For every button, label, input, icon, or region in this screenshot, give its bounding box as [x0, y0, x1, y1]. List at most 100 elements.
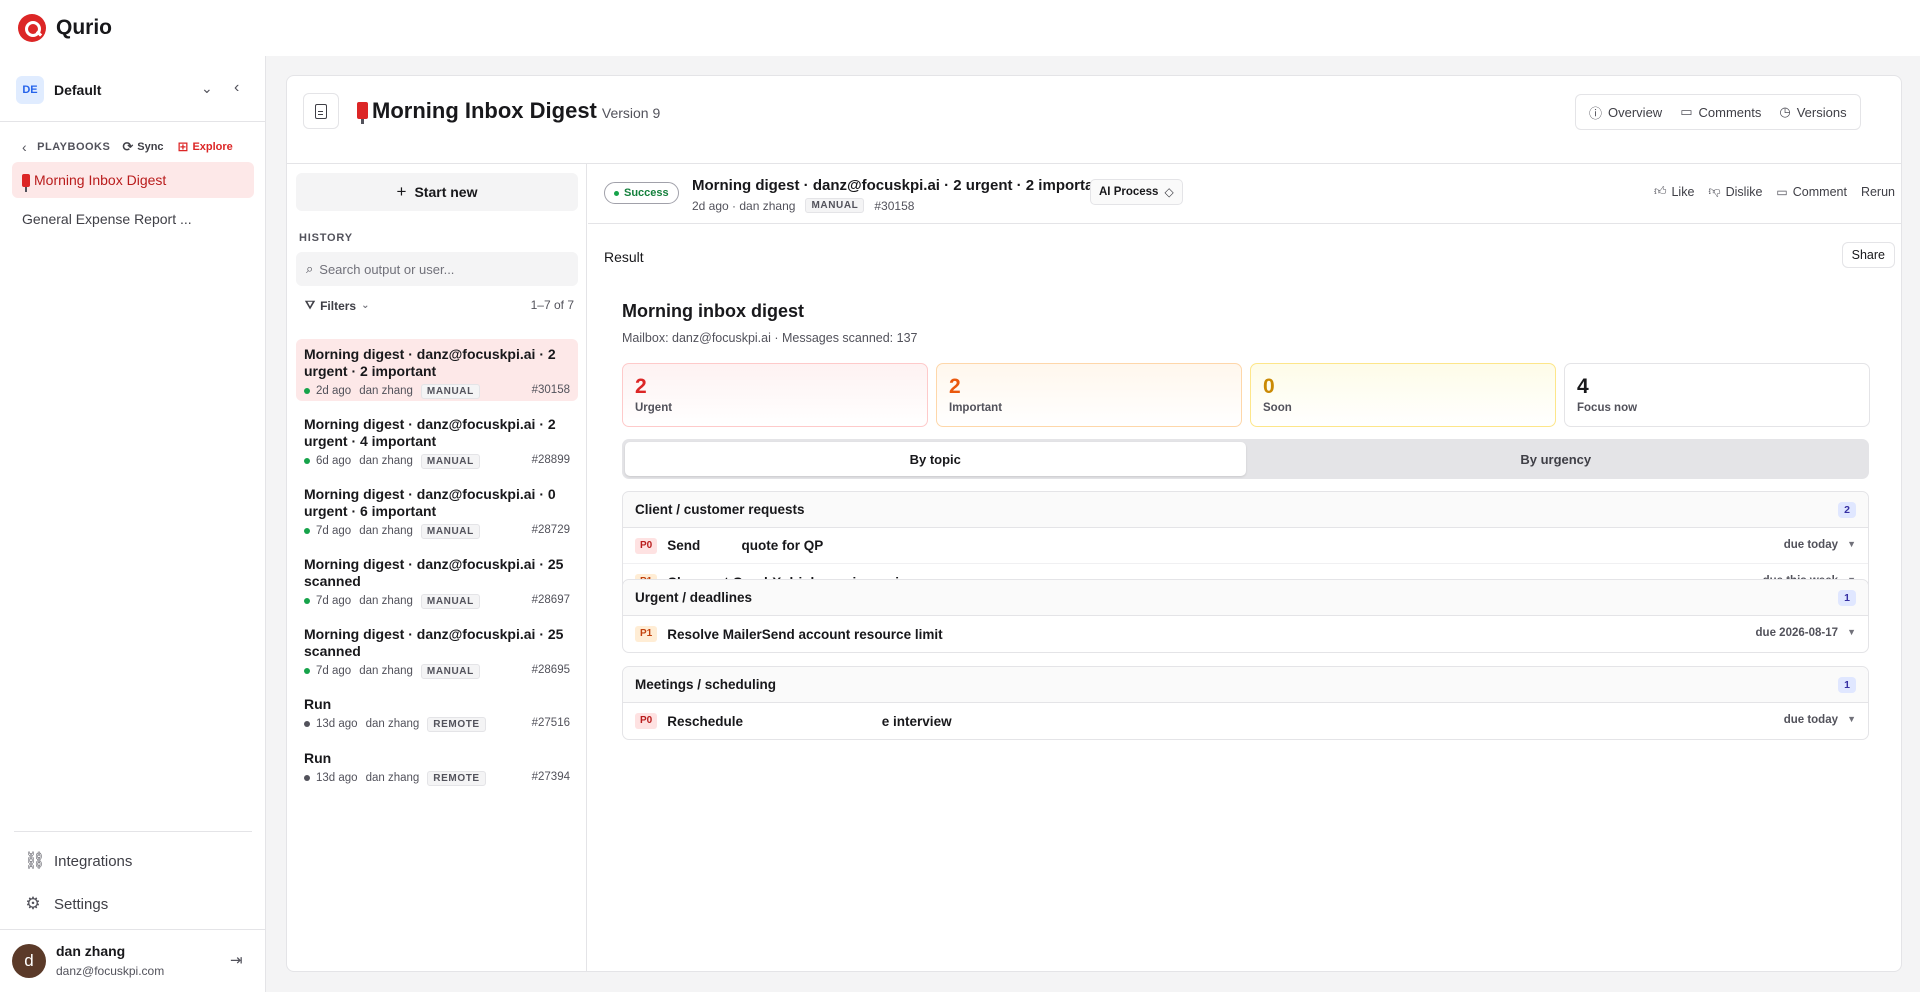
- avatar[interactable]: d: [12, 944, 46, 978]
- status-dot: [304, 668, 310, 674]
- tab-comments[interactable]: ▭ Comments: [1671, 104, 1770, 120]
- workspace-avatar: DE: [16, 76, 44, 104]
- status-dot: [304, 528, 310, 534]
- comment-label: Comment: [1792, 184, 1847, 199]
- caret-down-icon[interactable]: ▼: [1847, 627, 1856, 637]
- like-button[interactable]: 👍︎ Like: [1654, 184, 1694, 199]
- history-run-item[interactable]: Morning digest · danz@focuskpi.ai · 2 ur…: [296, 339, 578, 401]
- topic-group: Meetings / scheduling 1 P0 Reschedule e in…: [622, 666, 1869, 740]
- dislike-button[interactable]: 👎︎ Dislike: [1708, 184, 1762, 199]
- run-tag: MANUAL: [805, 198, 865, 213]
- history-run-item[interactable]: Run 13d ago dan zhang REMOTE #27394: [296, 743, 578, 789]
- back-arrow-icon[interactable]: ‹: [22, 139, 27, 155]
- run-meta: 13d ago dan zhang REMOTE #27394: [304, 770, 570, 786]
- history-count: 1–7 of 7: [530, 298, 574, 312]
- mailbox-flag-icon: [357, 102, 368, 124]
- tab-by-topic[interactable]: By topic: [625, 442, 1246, 476]
- integrations-link[interactable]: ⛓ Integrations: [24, 846, 132, 876]
- run-age: 7d ago: [316, 525, 352, 537]
- run-id: #28695: [531, 664, 570, 676]
- filter-icon: ⛛: [305, 298, 316, 312]
- stat-value: 2: [949, 375, 961, 398]
- run-user: dan zhang: [359, 455, 413, 467]
- user-email: danz@focuskpi.com: [56, 964, 165, 978]
- search-icon: ⌕: [306, 261, 314, 276]
- group-name: Meetings / scheduling: [635, 677, 777, 692]
- history-run-item[interactable]: Morning digest · danz@focuskpi.ai · 25 s…: [296, 619, 578, 681]
- run-user: dan zhang: [359, 525, 413, 537]
- run-title: Run: [304, 750, 332, 766]
- caret-down-icon[interactable]: ▼: [1847, 714, 1856, 724]
- caret-down-icon[interactable]: ▼: [1847, 539, 1856, 549]
- top-bar: Qurio: [0, 0, 1920, 56]
- playbooks-header: ‹ PLAYBOOKS ⟳ Sync ⊞ Explore: [22, 132, 233, 162]
- sidebar-item-label: General Expense Report ...: [22, 211, 192, 227]
- clock-icon: ◷: [1779, 104, 1791, 119]
- run-tag: MANUAL: [420, 453, 480, 469]
- search-input[interactable]: [319, 261, 560, 277]
- ai-process-label: AI Process: [1099, 186, 1159, 198]
- chevron-down-icon[interactable]: ⌄: [201, 80, 213, 97]
- document-button[interactable]: [303, 93, 339, 129]
- run-meta: 2d ago · dan zhang MANUAL #30158: [692, 198, 915, 213]
- start-new-button[interactable]: + Start new: [296, 173, 578, 211]
- run-title: Morning digest · danz@focuskpi.ai · 2 ur…: [304, 346, 556, 379]
- group-header[interactable]: Client / customer requests 2: [623, 492, 1868, 528]
- list-item[interactable]: P0 Send quote for QP due today ▼: [623, 528, 1868, 564]
- tab-by-urgency[interactable]: By urgency: [1246, 442, 1867, 476]
- item-title: Reschedule e interview: [667, 713, 952, 729]
- history-run-item[interactable]: Morning digest · danz@focuskpi.ai · 25 s…: [296, 549, 578, 611]
- digest-subtitle: Mailbox: danz@focuskpi.ai · Messages sca…: [622, 331, 918, 345]
- priority-badge: P0: [635, 713, 658, 729]
- item-due: due today: [1783, 539, 1838, 551]
- rerun-label: Rerun: [1860, 184, 1895, 199]
- history-run-item[interactable]: Morning digest · danz@focuskpi.ai · 0 ur…: [296, 479, 578, 541]
- run-tag: MANUAL: [420, 663, 480, 679]
- collapse-sidebar-icon[interactable]: ‹: [234, 79, 239, 97]
- run-tag: REMOTE: [427, 770, 486, 786]
- settings-link[interactable]: ⚙ Settings: [24, 889, 108, 919]
- history-heading: HISTORY: [299, 232, 353, 244]
- run-user: dan zhang: [359, 665, 413, 677]
- rerun-button[interactable]: Rerun: [1861, 185, 1895, 199]
- workspace-switcher[interactable]: DE Default ⌄ ‹: [16, 69, 254, 111]
- list-item[interactable]: P1 Resolve MailerSend account resource li…: [623, 616, 1868, 652]
- run-user: dan zhang: [365, 772, 420, 784]
- status-dot: [304, 458, 310, 464]
- status-dot: [304, 721, 310, 727]
- comment-button[interactable]: ▭ Comment: [1776, 185, 1847, 199]
- history-run-item[interactable]: Morning digest · danz@focuskpi.ai · 2 ur…: [296, 409, 578, 471]
- sidebar-item-morning-inbox-digest[interactable]: Morning Inbox Digest: [12, 162, 254, 198]
- list-item[interactable]: P0 Reschedule e interview due today ▼: [623, 703, 1868, 739]
- run-title: Run: [304, 696, 332, 712]
- run-actions: 👍︎ Like 👎︎ Dislike ▭ Comment Rerun: [1640, 184, 1895, 199]
- explore-button[interactable]: ⊞ Explore: [178, 139, 233, 155]
- workspace-name: Default: [54, 82, 102, 98]
- sidebar: DE Default ⌄ ‹ ‹ PLAYBOOKS ⟳ Sync ⊞ Explor…: [0, 56, 266, 992]
- user-profile: d dan zhang danz@focuskpi.com ⇥: [12, 942, 252, 982]
- group-header[interactable]: Meetings / scheduling 1: [623, 667, 1868, 703]
- info-icon: ⓘ: [1589, 105, 1603, 121]
- history-run-item[interactable]: Run 13d ago dan zhang REMOTE #27516: [296, 689, 578, 735]
- group-count: 1: [1838, 677, 1856, 693]
- sidebar-item-general-expense-report[interactable]: General Expense Report ...: [12, 201, 254, 237]
- sync-button[interactable]: ⟳ Sync: [122, 139, 163, 155]
- run-user: dan zhang: [739, 198, 796, 213]
- run-tag: MANUAL: [420, 383, 480, 399]
- group-header[interactable]: Urgent / deadlines 1: [623, 580, 1868, 616]
- stat-label: Soon: [1263, 402, 1292, 414]
- tab-versions[interactable]: ◷ Versions: [1770, 104, 1855, 120]
- sidebar-item-label: Morning Inbox Digest: [34, 172, 167, 188]
- logout-icon[interactable]: ⇥: [230, 951, 243, 969]
- tab-overview[interactable]: ⓘ Overview: [1580, 103, 1671, 122]
- group-count: 2: [1838, 502, 1856, 518]
- settings-label: Settings: [54, 895, 109, 913]
- share-button[interactable]: Share: [1841, 242, 1895, 268]
- result-label: Result: [604, 249, 644, 265]
- run-user: dan zhang: [359, 385, 413, 397]
- run-user: dan zhang: [359, 595, 413, 607]
- thumbs-down-icon: 👎︎: [1708, 184, 1721, 198]
- ai-process-button[interactable]: AI Process ◇: [1090, 179, 1183, 205]
- tab-label: Comments: [1698, 104, 1762, 120]
- filters-button[interactable]: ⛛ Filters ⌄: [305, 298, 370, 313]
